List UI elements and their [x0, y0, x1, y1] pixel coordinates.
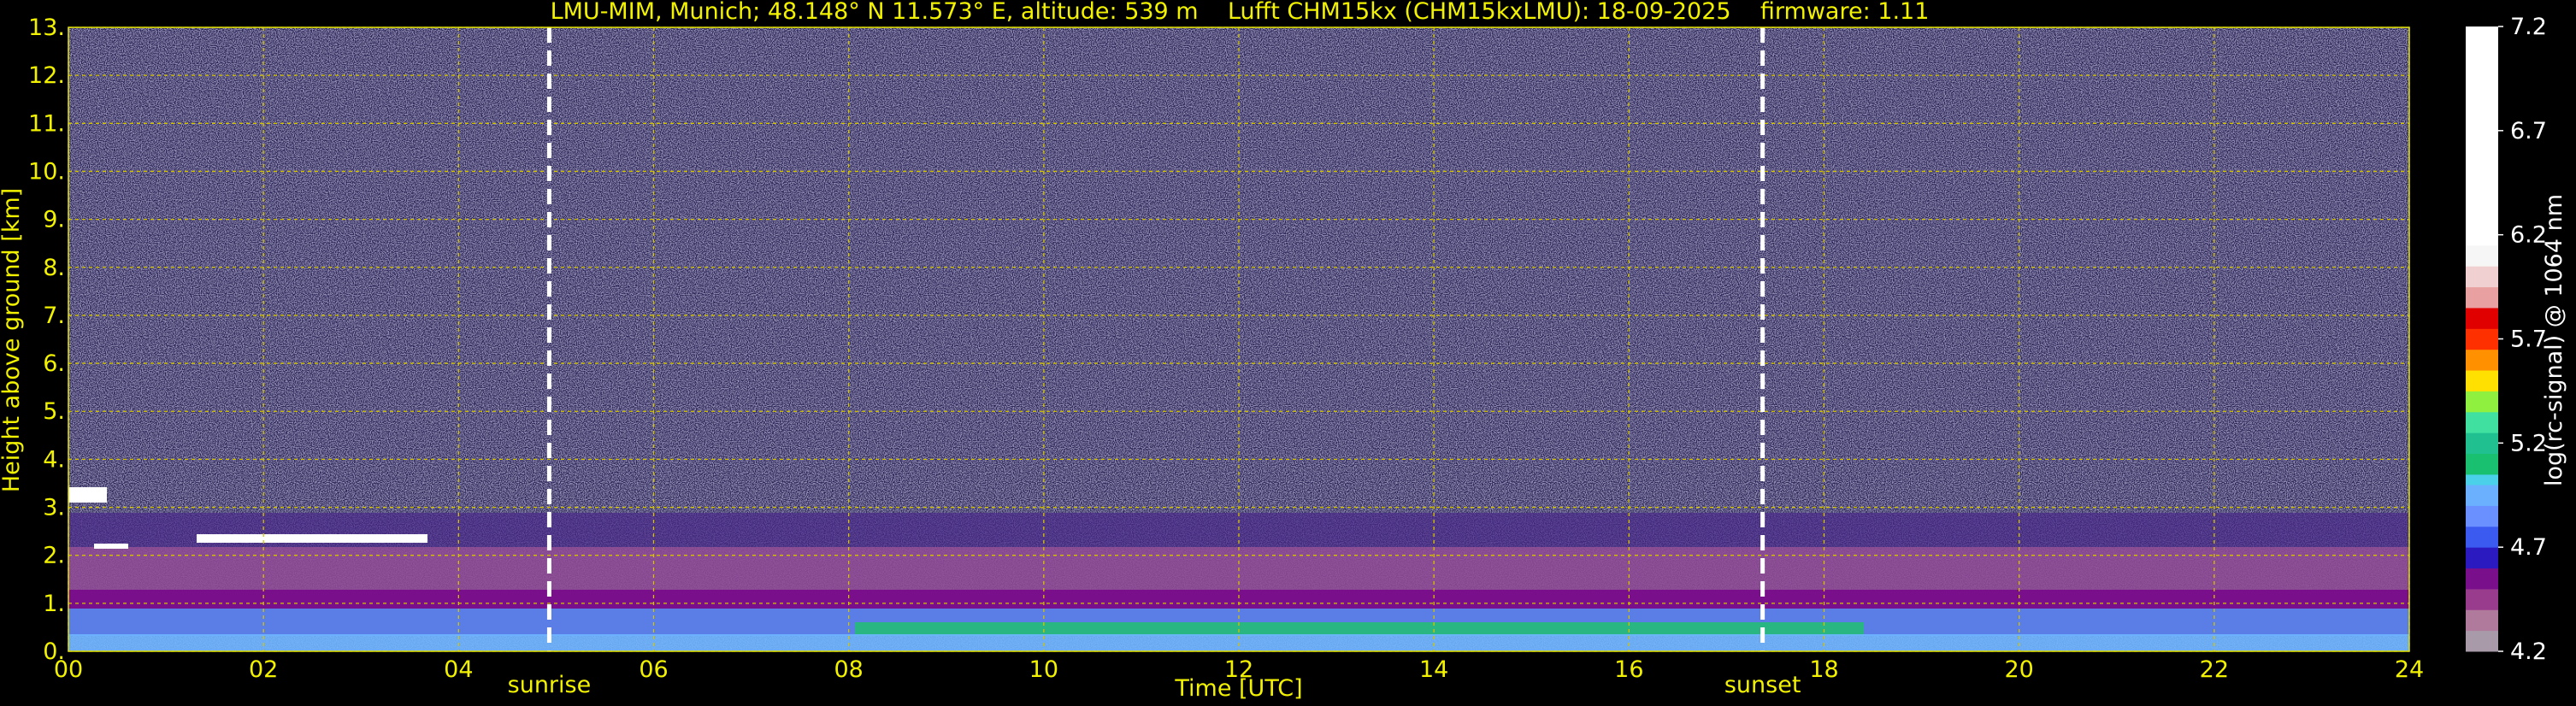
x-tick-label: 18 — [1809, 656, 1838, 683]
y-tick-label: 3. — [43, 495, 65, 521]
colorbar-segment — [2466, 588, 2498, 610]
y-tick-label: 8. — [43, 255, 65, 281]
x-tick-label: 20 — [2004, 656, 2033, 683]
colorbar-segment — [2466, 485, 2498, 506]
x-tick-label: 24 — [2395, 656, 2424, 683]
colorbar-segment — [2466, 474, 2498, 485]
colorbar-segment — [2466, 547, 2498, 569]
colorbar-tick-label: 4.2 — [2510, 638, 2547, 665]
y-tick-label: 10. — [28, 158, 65, 185]
x-tick-label: 22 — [2200, 656, 2229, 683]
colorbar-segment — [2466, 568, 2498, 590]
y-tick-label: 2. — [43, 543, 65, 569]
colorbar-tick-label: 7.2 — [2510, 14, 2547, 40]
y-tick-label: 6. — [43, 350, 65, 377]
colorbar-segment — [2466, 349, 2498, 371]
x-tick-label: 02 — [249, 656, 278, 683]
y-tick-label: 5. — [43, 398, 65, 425]
y-axis-ticks: 0. 1. 2. 3. 4. 5. 6. 7. 8. 9. 10. 11. 12. 13. — [28, 15, 65, 665]
colorbar-segment — [2466, 244, 2498, 267]
cloud-patch-2 — [94, 544, 128, 549]
colorbar-tick-label: 4.7 — [2510, 534, 2547, 561]
cloud-patch-3 — [197, 534, 427, 543]
colorbar-segment — [2466, 526, 2498, 548]
colorbar-segment — [2466, 286, 2498, 309]
y-tick-label: 7. — [43, 303, 65, 329]
x-tick-label: 06 — [639, 656, 668, 683]
colorbar-segment — [2466, 609, 2498, 632]
y-tick-label: 12. — [28, 62, 65, 89]
colorbar-segment — [2466, 26, 2498, 246]
colorbar-label: log(rc-signal) @ 1064 nm — [2541, 194, 2567, 486]
colorbar-segment — [2466, 432, 2498, 455]
green-fog-band — [855, 622, 1864, 636]
y-tick-label: 9. — [43, 207, 65, 233]
colorbar-segment — [2466, 411, 2498, 433]
colorbar-segment — [2466, 370, 2498, 391]
colorbar-segment — [2466, 307, 2498, 329]
colorbar-tick-label: 6.7 — [2510, 118, 2547, 144]
event-labels: sunrise sunset — [508, 672, 1801, 698]
y-tick-label: 11. — [28, 110, 65, 137]
y-tick-label: 13. — [28, 15, 65, 41]
chart-title: LMU-MIM, Munich; 48.148° N 11.573° E, al… — [551, 0, 1930, 25]
x-tick-label: 04 — [444, 656, 473, 683]
colorbar-segment — [2466, 630, 2498, 652]
colorbar-segment — [2466, 328, 2498, 350]
y-axis-label: Height above ground [km] — [0, 188, 25, 492]
colorbar-ticks: 4.24.75.25.76.26.77.2 — [2498, 14, 2547, 665]
colorbar-segment — [2466, 453, 2498, 475]
colorbar-segment — [2466, 391, 2498, 413]
ceilometer-chart: 00 02 04 06 08 10 12 14 16 18 20 22 24 0.1.2.3.4.5.6… — [0, 0, 2567, 702]
y-tick-label: 1. — [43, 591, 65, 617]
sunrise-label: sunrise — [508, 672, 592, 698]
x-tick-label: 08 — [834, 656, 863, 683]
x-tick-label: 16 — [1614, 656, 1643, 683]
colorbar-segment — [2466, 505, 2498, 527]
x-tick-label: 10 — [1029, 656, 1058, 683]
sunset-label: sunset — [1724, 672, 1801, 698]
x-tick-label: 14 — [1419, 656, 1448, 683]
y-tick-label: 0. — [43, 638, 65, 665]
cloud-patch-1 — [68, 487, 107, 503]
colorbar — [2466, 26, 2498, 652]
x-axis-label: Time [UTC] — [1174, 675, 1302, 702]
y-tick-label: 4. — [43, 446, 65, 473]
colorbar-segment — [2466, 266, 2498, 288]
